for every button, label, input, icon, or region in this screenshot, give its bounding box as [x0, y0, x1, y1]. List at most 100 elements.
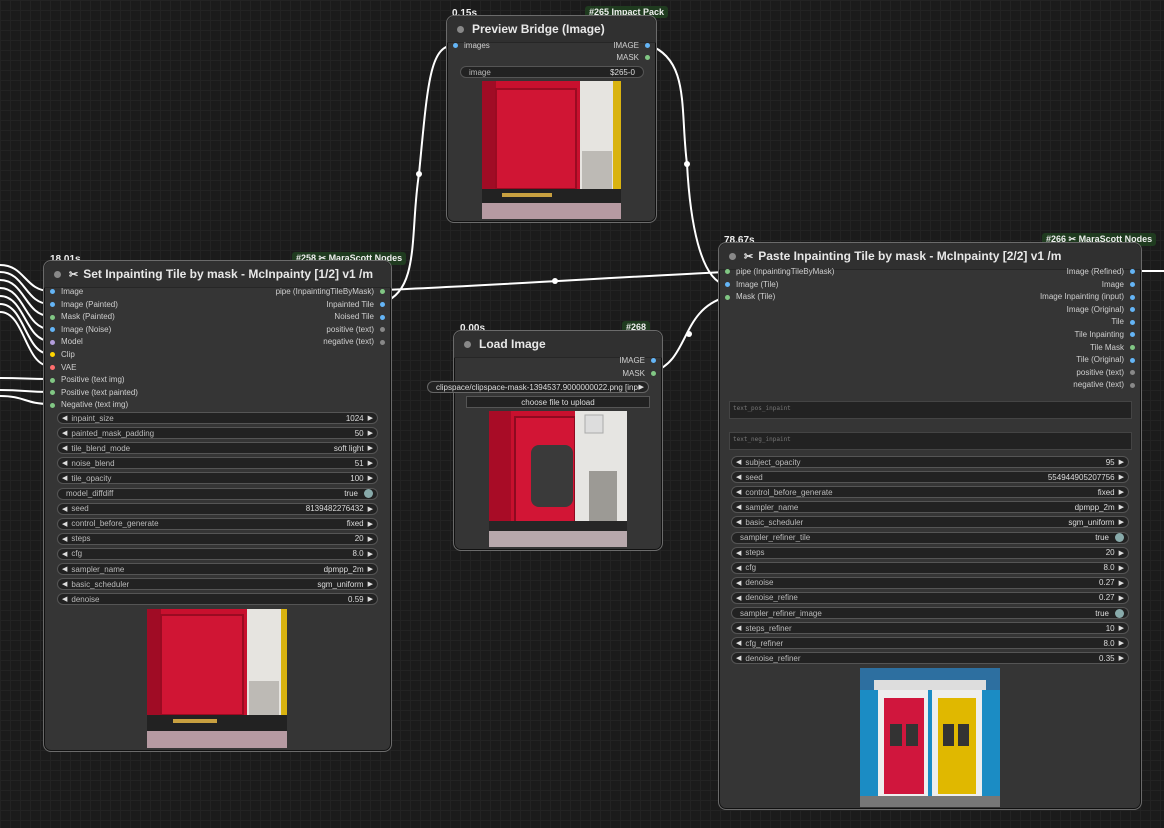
increment-arrow-icon[interactable]: ▶	[1119, 549, 1124, 557]
input-slot-model[interactable]: Model	[50, 337, 83, 347]
increment-arrow-icon[interactable]: ▶	[368, 444, 373, 452]
widget-steps[interactable]: ◀ steps 20 ▶	[57, 532, 378, 545]
widget-painted-mask-padding[interactable]: ◀ painted_mask_padding 50 ▶	[57, 427, 378, 440]
output-slot-image[interactable]: IMAGE	[613, 41, 650, 51]
increment-arrow-icon[interactable]: ▶	[368, 429, 373, 437]
widget-sampler-refiner-tile[interactable]: sampler_refiner_tile true	[731, 531, 1129, 544]
increment-arrow-icon[interactable]: ▶	[1119, 639, 1124, 647]
collapse-dot-icon[interactable]	[54, 270, 61, 278]
increment-arrow-icon[interactable]: ▶	[368, 459, 373, 467]
load-image-node[interactable]: Load Image IMAGE MASK clipspace/clipspac…	[427, 330, 663, 551]
output-slot-tile[interactable]: Tile	[1111, 317, 1135, 327]
input-slot-image[interactable]: Image	[50, 287, 83, 297]
increment-arrow-icon[interactable]: ▶	[368, 520, 373, 528]
output-slot-pipe-inpaintingtilebymask[interactable]: pipe (InpaintingTileByMask)	[276, 287, 385, 297]
widget-basic-scheduler[interactable]: ◀ basic_scheduler sgm_uniform ▶	[731, 516, 1129, 529]
widget-cfg-refiner[interactable]: ◀ cfg_refiner 8.0 ▶	[731, 637, 1129, 650]
input-slot-images[interactable]: images	[453, 41, 490, 51]
widget-noise-blend[interactable]: ◀ noise_blend 51 ▶	[57, 457, 378, 470]
input-slot-positive-text-painted[interactable]: Positive (text painted)	[50, 388, 138, 398]
collapse-dot-icon[interactable]	[457, 25, 464, 33]
toggle-knob-icon[interactable]	[1115, 533, 1124, 542]
input-slot-clip[interactable]: Clip	[50, 350, 75, 360]
output-slot-image[interactable]: IMAGE	[619, 356, 656, 366]
widget-denoise-refiner[interactable]: ◀ denoise_refiner 0.35 ▶	[731, 652, 1129, 665]
increment-arrow-icon[interactable]: ▶	[1119, 594, 1124, 602]
text-pos-inpaint-field[interactable]: text_pos_inpaint	[729, 401, 1132, 419]
increment-arrow-icon[interactable]: ▶	[368, 414, 373, 422]
output-slot-image-inpainting-input[interactable]: Image Inpainting (input)	[1040, 292, 1135, 302]
increment-arrow-icon[interactable]: ▶	[368, 550, 373, 558]
widget-tile-blend-mode[interactable]: ◀ tile_blend_mode soft light ▶	[57, 442, 378, 455]
input-slot-vae[interactable]: VAE	[50, 363, 76, 373]
node-title-bar[interactable]: Load Image	[454, 331, 662, 358]
widget-cfg[interactable]: ◀ cfg 8.0 ▶	[57, 547, 378, 560]
input-slot-positive-text-img[interactable]: Positive (text img)	[50, 375, 125, 385]
increment-arrow-icon[interactable]: ▶	[1119, 458, 1124, 466]
node-title-bar[interactable]: ✂ Set Inpainting Tile by mask - McInpain…	[44, 261, 391, 288]
widget-model-diffdiff[interactable]: model_diffdiff true	[57, 487, 378, 500]
output-slot-tile-inpainting[interactable]: Tile Inpainting	[1074, 330, 1135, 340]
input-slot-mask-tile[interactable]: Mask (Tile)	[725, 292, 775, 302]
increment-arrow-icon[interactable]: ▶	[1119, 488, 1124, 496]
input-slot-image-noise[interactable]: Image (Noise)	[50, 325, 111, 335]
output-slot-positive-text[interactable]: positive (text)	[326, 325, 385, 335]
output-slot-tile-original[interactable]: Tile (Original)	[1076, 355, 1135, 365]
output-slot-inpainted-tile[interactable]: Inpainted Tile	[326, 300, 385, 310]
output-slot-positive-text[interactable]: positive (text)	[1076, 368, 1135, 378]
increment-arrow-icon[interactable]: ▶	[1119, 473, 1124, 481]
widget-subject-opacity[interactable]: ◀ subject_opacity 95 ▶	[731, 456, 1129, 468]
widget-sampler-name[interactable]: ◀ sampler_name dpmpp_2m ▶	[57, 563, 378, 575]
increment-arrow-icon[interactable]: ▶	[368, 474, 373, 482]
widget-tile-opacity[interactable]: ◀ tile_opacity 100 ▶	[57, 472, 378, 485]
widget-steps[interactable]: ◀ steps 20 ▶	[731, 546, 1129, 559]
output-slot-negative-text[interactable]: negative (text)	[1073, 380, 1135, 390]
increment-arrow-icon[interactable]: ▶	[1119, 579, 1124, 587]
paste-inpainting-node[interactable]: ✂ Paste Inpainting Tile by mask - McInpa…	[718, 242, 1142, 810]
preview-bridge-node[interactable]: Preview Bridge (Image) images IMAGE MASK…	[446, 15, 657, 223]
choose-file-button[interactable]: choose file to upload	[466, 396, 650, 408]
input-slot-image-tile[interactable]: Image (Tile)	[725, 280, 778, 290]
output-slot-tile-mask[interactable]: Tile Mask	[1090, 343, 1135, 353]
widget-denoise-refine[interactable]: ◀ denoise_refine 0.27 ▶	[731, 591, 1129, 604]
toggle-knob-icon[interactable]	[1115, 608, 1124, 618]
image-file-select[interactable]: clipspace/clipspace-mask-1394537.9000000…	[427, 381, 649, 393]
node-title-bar[interactable]: Preview Bridge (Image)	[447, 16, 656, 43]
increment-arrow-icon[interactable]: ▶	[368, 535, 373, 543]
increment-arrow-icon[interactable]: ▶	[1119, 503, 1124, 511]
input-slot-pipe-inpaintingtilebymask[interactable]: pipe (InpaintingTileByMask)	[725, 267, 834, 277]
widget-sampler-refiner-image[interactable]: sampler_refiner_image true	[731, 607, 1129, 619]
collapse-dot-icon[interactable]	[729, 252, 736, 260]
input-slot-mask-painted[interactable]: Mask (Painted)	[50, 312, 115, 322]
widget-cfg[interactable]: ◀ cfg 8.0 ▶	[731, 561, 1129, 574]
increment-arrow-icon[interactable]: ▶	[368, 595, 373, 603]
widget-control-before-generate[interactable]: ◀ control_before_generate fixed ▶	[731, 486, 1129, 499]
collapse-dot-icon[interactable]	[464, 340, 471, 348]
widget-denoise[interactable]: ◀ denoise 0.59 ▶	[57, 593, 378, 606]
output-slot-mask[interactable]: MASK	[616, 53, 650, 63]
widget-control-before-generate[interactable]: ◀ control_before_generate fixed ▶	[57, 517, 378, 530]
image-widget[interactable]: image $265-0	[460, 66, 644, 78]
output-slot-image-refined[interactable]: Image (Refined)	[1067, 267, 1135, 277]
increment-arrow-icon[interactable]: ▶	[1119, 624, 1124, 632]
output-slot-negative-text[interactable]: negative (text)	[323, 337, 385, 347]
output-slot-mask[interactable]: MASK	[622, 369, 656, 379]
node-title-bar[interactable]: ✂ Paste Inpainting Tile by mask - McInpa…	[719, 243, 1141, 270]
input-slot-image-painted[interactable]: Image (Painted)	[50, 300, 118, 310]
input-slot-negative-text-img[interactable]: Negative (text img)	[50, 400, 128, 410]
widget-denoise[interactable]: ◀ denoise 0.27 ▶	[731, 576, 1129, 589]
toggle-knob-icon[interactable]	[364, 489, 373, 498]
increment-arrow-icon[interactable]: ▶	[368, 580, 373, 588]
output-slot-image[interactable]: Image	[1102, 280, 1135, 290]
widget-inpaint-size[interactable]: ◀ inpaint_size 1024 ▶	[57, 412, 378, 424]
increment-arrow-icon[interactable]: ▶	[368, 565, 373, 573]
increment-arrow-icon[interactable]: ▶	[1119, 654, 1124, 662]
widget-basic-scheduler[interactable]: ◀ basic_scheduler sgm_uniform ▶	[57, 578, 378, 591]
increment-arrow-icon[interactable]: ▶	[1119, 518, 1124, 526]
increment-arrow-icon[interactable]: ▶	[1119, 564, 1124, 572]
widget-steps-refiner[interactable]: ◀ steps_refiner 10 ▶	[731, 622, 1129, 635]
increment-arrow-icon[interactable]: ▶	[368, 505, 373, 513]
output-slot-image-original[interactable]: Image (Original)	[1067, 305, 1135, 315]
text-neg-inpaint-field[interactable]: text_neg_inpaint	[729, 432, 1132, 450]
widget-seed[interactable]: ◀ seed 554944905207756 ▶	[731, 471, 1129, 484]
